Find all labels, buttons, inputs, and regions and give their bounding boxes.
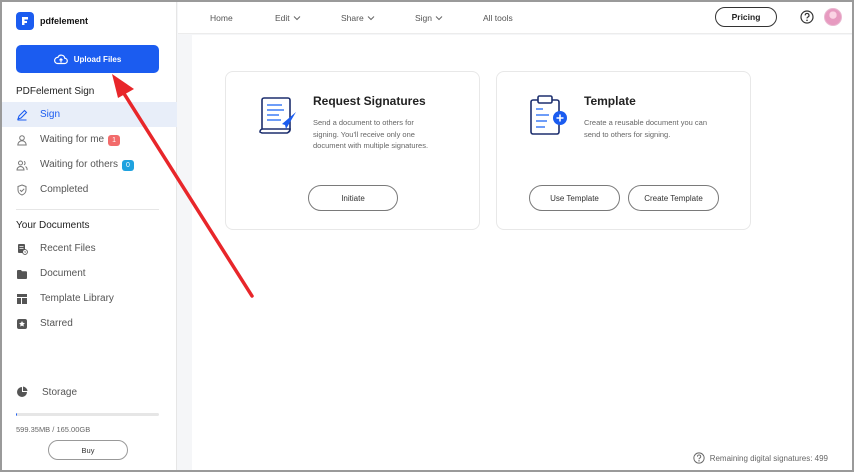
remaining-signatures-note: Remaining digital signatures: 499: [693, 452, 828, 464]
template-description: Create a reusable document you can send …: [584, 117, 707, 140]
description-line: signing. You'll receive only one: [313, 129, 415, 139]
storage-section: Storage: [16, 386, 77, 398]
brand: pdfelement: [16, 12, 88, 30]
sign-section-title: PDFelement Sign: [16, 86, 95, 97]
shield-check-icon: [16, 183, 28, 196]
documents-section-title: Your Documents: [16, 220, 90, 231]
top-bar: Home Edit Share Sign All tools Pricing: [178, 2, 852, 34]
sidebar-item-recent-files[interactable]: Recent Files: [2, 236, 177, 261]
description-line: Send a document to others for: [313, 118, 414, 127]
pen-icon: [16, 109, 28, 121]
sidebar-item-label: Waiting for me: [40, 133, 105, 145]
people-icon: [16, 159, 28, 171]
app-window: pdfelement Upload Files PDFelement Sign …: [0, 0, 854, 472]
brand-name: pdfelement: [40, 16, 89, 26]
template-icon: [16, 293, 28, 305]
sidebar-item-label: Sign: [40, 109, 61, 120]
sidebar-item-label: Document: [40, 268, 86, 279]
person-icon: [16, 134, 28, 146]
nav-sign-label: Sign: [415, 13, 433, 23]
storage-label: Storage: [42, 386, 78, 398]
upload-files-label: Upload Files: [73, 54, 122, 64]
sidebar-item-sign[interactable]: Sign: [2, 102, 177, 127]
request-signatures-card: Request Signatures Send a document to ot…: [225, 71, 480, 230]
nav-all-tools[interactable]: All tools: [483, 2, 513, 34]
sidebar-item-document[interactable]: Document: [2, 261, 177, 286]
user-avatar[interactable]: [824, 8, 842, 26]
sidebar-item-label: Waiting for others: [40, 158, 118, 170]
request-signatures-icon: [259, 97, 296, 134]
template-clipboard-icon: [530, 95, 567, 135]
nav-all-tools-label: All tools: [483, 13, 513, 23]
sidebar-item-waiting-for-others[interactable]: Waiting for others 0: [2, 152, 177, 177]
sidebar-item-completed[interactable]: Completed: [2, 177, 177, 202]
storage-progress-bar: [16, 413, 159, 416]
recent-files-icon: [16, 243, 28, 255]
nav-edit-label: Edit: [275, 13, 290, 23]
sidebar-item-label: Template Library: [40, 293, 114, 304]
storage-usage-text: 599.35MB / 165.00GB: [16, 425, 91, 434]
create-template-button[interactable]: Create Template: [628, 185, 719, 211]
help-icon[interactable]: [800, 10, 814, 24]
description-line: document with multiple signatures.: [313, 141, 429, 150]
sidebar: pdfelement Upload Files PDFelement Sign …: [2, 2, 177, 470]
initiate-button[interactable]: Initiate: [308, 185, 398, 211]
sidebar-item-starred[interactable]: Starred: [2, 311, 177, 336]
nav-share-label: Share: [341, 13, 364, 23]
upload-files-button[interactable]: Upload Files: [16, 45, 159, 73]
buy-button[interactable]: Buy: [48, 440, 128, 460]
sidebar-item-label: Completed: [40, 184, 89, 195]
main-content: Request Signatures Send a document to ot…: [192, 35, 852, 470]
remaining-signatures-text: Remaining digital signatures: 499: [709, 453, 828, 463]
sidebar-item-template-library[interactable]: Template Library: [2, 286, 177, 311]
pie-chart-icon: [16, 386, 28, 398]
pricing-button[interactable]: Pricing: [715, 7, 777, 27]
waiting-for-me-badge: 1: [108, 134, 120, 146]
description-line: Create a reusable document you can: [584, 118, 707, 127]
sidebar-item-label: Starred: [40, 318, 73, 329]
sidebar-item-label: Recent Files: [40, 243, 96, 254]
chevron-down-icon: [367, 16, 375, 21]
pdfelement-logo-icon: [16, 12, 34, 30]
use-template-button[interactable]: Use Template: [529, 185, 620, 211]
request-signatures-title: Request Signatures: [313, 94, 426, 108]
request-signatures-description: Send a document to others for signing. Y…: [313, 117, 428, 152]
nav-home[interactable]: Home: [210, 2, 233, 34]
help-icon[interactable]: [693, 452, 705, 464]
waiting-for-others-badge: 0: [122, 159, 134, 171]
template-title: Template: [584, 94, 636, 108]
storage-progress-fill: [16, 413, 18, 416]
template-card: Template Create a reusable document you …: [496, 71, 751, 230]
nav-share[interactable]: Share: [341, 2, 375, 34]
description-line: send to others for signing.: [584, 129, 671, 139]
sidebar-item-waiting-for-me[interactable]: Waiting for me 1: [2, 127, 177, 152]
nav-home-label: Home: [210, 13, 233, 23]
folder-icon: [16, 268, 28, 280]
chevron-down-icon: [435, 16, 443, 21]
nav-edit[interactable]: Edit: [275, 2, 301, 34]
cloud-upload-icon: [53, 54, 68, 64]
nav-sign[interactable]: Sign: [415, 2, 443, 34]
star-icon: [16, 318, 28, 330]
sidebar-divider: [16, 209, 159, 210]
chevron-down-icon: [293, 16, 301, 21]
